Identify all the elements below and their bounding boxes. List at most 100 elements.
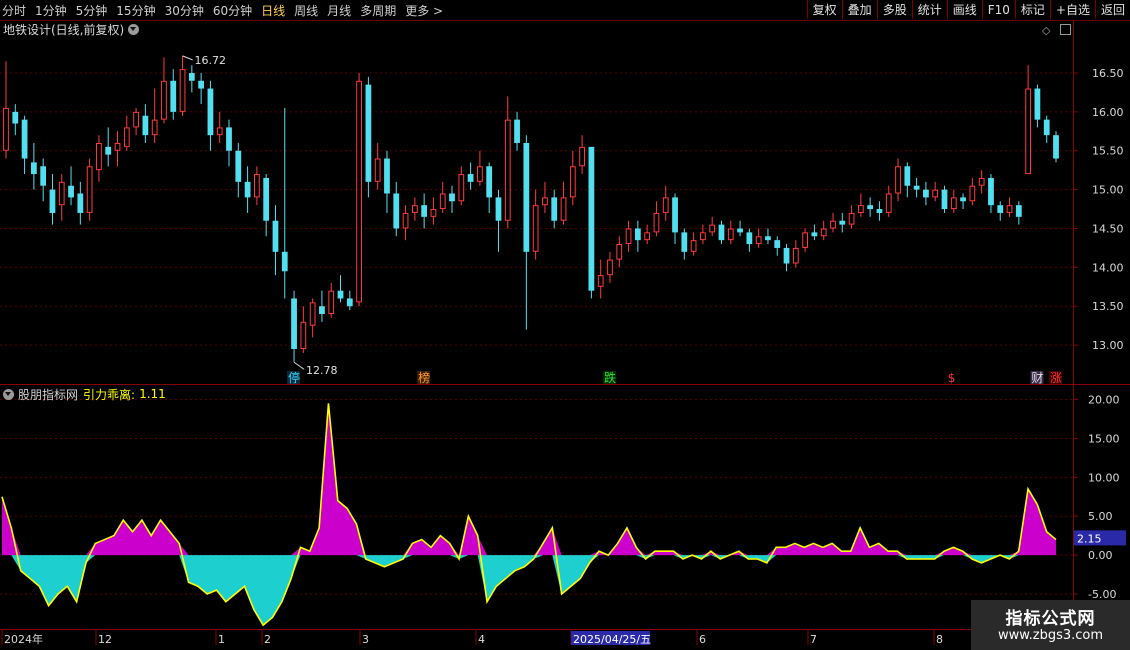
candle-body-down xyxy=(811,232,818,237)
candle-body-down xyxy=(272,220,279,252)
candle-body-up xyxy=(709,224,716,233)
toolbar-button-8[interactable]: 返回 xyxy=(1094,0,1130,19)
candle-body-down xyxy=(1015,205,1022,217)
price-tick-label: 13.50 xyxy=(1092,300,1124,313)
indicator-name: 引力乖离: xyxy=(83,387,136,402)
watermark-title: 指标公式网 xyxy=(1005,609,1096,629)
candle-body-down xyxy=(244,181,251,198)
chart-canvas[interactable]: 16.5016.0015.5015.0014.5014.0013.5013.00… xyxy=(0,0,1130,650)
candle-body-down xyxy=(746,232,753,245)
toolbar-button-2[interactable]: 多股 xyxy=(876,0,912,19)
osc-tick-label: 15.00 xyxy=(1088,432,1120,445)
candle-body-down xyxy=(142,115,149,136)
candle-body-up xyxy=(532,205,539,252)
candle-body-up xyxy=(625,228,632,245)
candle-body-up xyxy=(161,80,167,120)
candle-body-up xyxy=(857,205,864,213)
time-axis-label-9: 8 xyxy=(936,633,943,646)
candle-body-down xyxy=(774,240,781,248)
candle-body-down xyxy=(913,185,920,190)
time-axis-label-2: 1 xyxy=(218,633,225,646)
panel-maximize-icon[interactable] xyxy=(1060,24,1071,35)
period-tab-9[interactable]: 多周期 xyxy=(360,2,396,19)
indicator-dropdown-icon[interactable] xyxy=(3,388,14,400)
period-tab-3[interactable]: 15分钟 xyxy=(116,2,155,19)
toolbar-button-1[interactable]: 叠加 xyxy=(841,0,877,19)
candle-body-down xyxy=(904,166,911,186)
candle-body-up xyxy=(504,119,511,221)
candle-body-up xyxy=(1025,88,1032,175)
candle-body-down xyxy=(681,232,688,252)
candle-body-down xyxy=(226,127,232,151)
candle-body-down xyxy=(449,193,455,202)
period-tab-6[interactable]: 日线 xyxy=(261,2,285,19)
period-tab-0[interactable]: 分时 xyxy=(2,2,26,19)
candle-body-down xyxy=(337,290,344,299)
period-tab-4[interactable]: 30分钟 xyxy=(165,2,204,19)
toolbar-button-7[interactable]: +自选 xyxy=(1049,0,1095,19)
candle-body-down xyxy=(421,205,428,217)
candle-body-down xyxy=(77,193,84,213)
candle-body-down xyxy=(783,247,790,264)
candle-body-up xyxy=(411,205,418,213)
toolbar-button-5[interactable]: F10 xyxy=(981,0,1015,19)
candle-body-down xyxy=(960,197,966,202)
candle-body-up xyxy=(254,174,260,198)
price-tick-label: 16.50 xyxy=(1092,67,1124,80)
period-tab-2[interactable]: 5分钟 xyxy=(76,2,108,19)
candle-body-up xyxy=(151,119,158,136)
candle-body-down xyxy=(634,228,641,241)
candle-body-up xyxy=(727,228,734,241)
panel-diamond-icon[interactable]: ◇ xyxy=(1042,24,1050,37)
period-tab-7[interactable]: 周线 xyxy=(294,2,318,19)
candle-body-down xyxy=(997,205,1004,213)
top-toolbar: 分时 1分钟 5分钟 15分钟 30分钟 60分钟 日线 周线 月线 多周期 更多 > 复权 叠加 多股… xyxy=(0,0,1130,21)
candle-body-up xyxy=(616,244,623,260)
candle-body-up xyxy=(430,209,437,217)
candle-body-down xyxy=(170,80,177,112)
time-axis-label-0: 2024年 xyxy=(4,632,43,646)
toolbar-button-3[interactable]: 统计 xyxy=(911,0,947,19)
period-tab-1[interactable]: 1分钟 xyxy=(35,2,67,19)
watermark: 指标公式网 www.zbgs3.com xyxy=(971,600,1130,650)
candle-body-down xyxy=(188,72,195,81)
osc-line xyxy=(1,403,1057,627)
candle-body-up xyxy=(402,212,409,229)
toolbar-button-6[interactable]: 标记 xyxy=(1014,0,1050,19)
candle-body-up xyxy=(300,321,307,350)
candle-body-down xyxy=(486,166,493,198)
candle-body-up xyxy=(96,142,102,171)
candle-body-down xyxy=(207,88,214,136)
candle-body-up xyxy=(597,275,604,287)
candle-body-down xyxy=(235,150,242,182)
candle-body-down xyxy=(514,119,520,143)
candle-body-up xyxy=(848,212,855,225)
candle-body-down xyxy=(291,298,297,350)
candle-body-down xyxy=(765,236,771,241)
candle-body-down xyxy=(523,142,530,252)
candle-body-down xyxy=(21,119,28,159)
period-tab-10[interactable]: 更多 > xyxy=(405,2,443,19)
candle-body-down xyxy=(393,193,400,229)
period-tab-8[interactable]: 月线 xyxy=(327,2,351,19)
candle-body-down xyxy=(68,185,74,198)
candle-body-down xyxy=(551,197,558,221)
period-tab-5[interactable]: 60分钟 xyxy=(213,2,252,19)
candle-body-up xyxy=(86,166,93,213)
candle-body-down xyxy=(672,197,678,233)
candle-body-down xyxy=(105,146,112,155)
candle-body-down xyxy=(384,158,390,194)
osc-tick-label: 10.00 xyxy=(1088,471,1120,484)
low-pointer xyxy=(293,361,305,370)
candle-body-down xyxy=(737,228,743,233)
title-dropdown-icon[interactable] xyxy=(128,23,140,35)
toolbar-button-0[interactable]: 复权 xyxy=(806,0,842,19)
candle-body-down xyxy=(1053,135,1059,159)
toolbar-button-4[interactable]: 画线 xyxy=(946,0,982,19)
candle-body-down xyxy=(365,84,372,182)
event-marker-5: 涨 xyxy=(1050,370,1062,385)
osc-positive-area xyxy=(2,403,1056,556)
candle-body-up xyxy=(477,166,483,182)
high-label: 16.72 xyxy=(195,54,227,67)
candle-body-up xyxy=(830,220,836,229)
